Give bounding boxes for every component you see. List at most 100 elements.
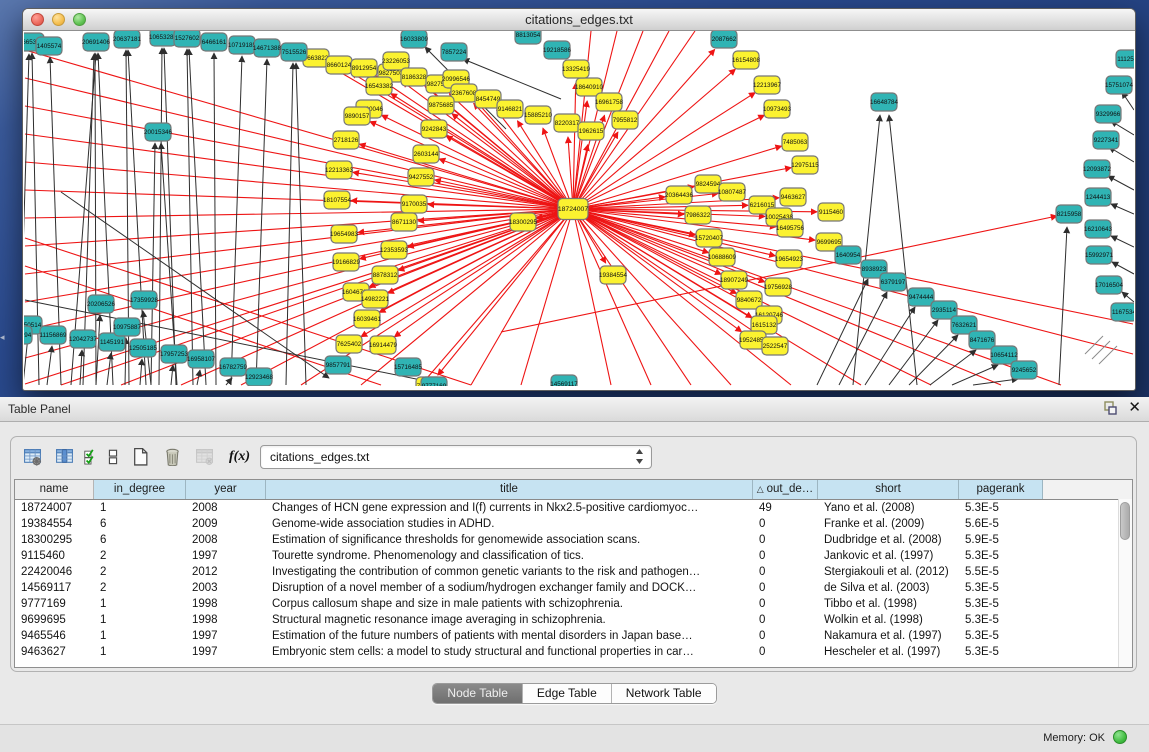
graph-node[interactable]: 15885210	[524, 106, 553, 124]
graph-node[interactable]: 12213967	[753, 76, 782, 94]
graph-node[interactable]: 7955812	[612, 111, 638, 129]
table-cell[interactable]: 0	[753, 596, 818, 612]
graph-node[interactable]: 7625402	[336, 335, 362, 353]
graph-node[interactable]: 17016504	[1095, 276, 1124, 294]
column-header-pagerank[interactable]: pagerank	[959, 480, 1043, 499]
graph-node[interactable]: 8215958	[1056, 205, 1082, 223]
graph-node[interactable]: 9427552	[408, 168, 434, 186]
tab-network-table[interactable]: Network Table	[612, 684, 716, 703]
graph-node[interactable]: 10688609	[708, 248, 737, 266]
graph-node[interactable]: 1244413	[1085, 188, 1111, 206]
graph-node[interactable]: 14671388	[253, 39, 282, 57]
table-cell[interactable]: 5.3E-5	[959, 548, 1043, 564]
graph-node[interactable]: 12975115	[791, 156, 819, 174]
table-scrollbar-thumb[interactable]	[1120, 502, 1130, 540]
graph-node[interactable]: 12042737	[69, 330, 98, 348]
graph-node[interactable]: 19384554	[599, 266, 628, 284]
graph-node[interactable]: 10975887	[113, 318, 142, 336]
table-cell[interactable]: 6	[94, 516, 186, 532]
table-cell[interactable]: 0	[753, 580, 818, 596]
table-cell[interactable]: 5.6E-5	[959, 516, 1043, 532]
graph-node[interactable]: 20015346	[144, 123, 173, 141]
graph-node[interactable]: 8671130	[391, 213, 417, 231]
graph-node[interactable]: 8186328	[401, 68, 427, 86]
table-cell[interactable]: Changes of HCN gene expression and I(f) …	[266, 500, 753, 516]
delete-icon[interactable]	[159, 444, 185, 470]
table-cell[interactable]: 5.3E-5	[959, 628, 1043, 644]
table-cell[interactable]: 5.5E-5	[959, 564, 1043, 580]
table-cell[interactable]: 1998	[186, 612, 266, 628]
table-cell[interactable]: Dudbridge et al. (2008)	[818, 532, 959, 548]
table-cell[interactable]: 5.3E-5	[959, 612, 1043, 628]
graph-node[interactable]: 19218586	[543, 41, 572, 59]
table-cell[interactable]: 2003	[186, 580, 266, 596]
table-cell[interactable]: Structural magnetic resonance image aver…	[266, 612, 753, 628]
table-cell[interactable]: 22420046	[15, 564, 94, 580]
table-cell[interactable]: Jankovic et al. (1997)	[818, 548, 959, 564]
column-header-year[interactable]: year	[186, 480, 266, 499]
panel-collapse-arrow-icon[interactable]: ◂	[0, 333, 5, 342]
table-cell[interactable]: 1997	[186, 644, 266, 660]
graph-node[interactable]: 18107554	[323, 191, 352, 209]
graph-node[interactable]: 15751074	[1105, 76, 1134, 94]
graph-node[interactable]: 16648784	[870, 93, 899, 111]
table-cell[interactable]: 19384554	[15, 516, 94, 532]
rows-icon[interactable]	[105, 444, 121, 470]
graph-node[interactable]: 9227341	[1093, 131, 1119, 149]
table-cell[interactable]: 2	[94, 548, 186, 564]
combobox-stepper-icon[interactable]	[635, 449, 644, 464]
graph-node[interactable]: 8878312	[372, 266, 398, 284]
table-cell[interactable]: 0	[753, 612, 818, 628]
graph-node[interactable]: 16782759	[219, 358, 248, 376]
graph-node[interactable]: 1962615	[578, 122, 604, 140]
column-header-title[interactable]: title	[266, 480, 753, 499]
table-cell[interactable]: 1	[94, 612, 186, 628]
graph-node[interactable]: 20637181	[113, 31, 142, 48]
table-settings-icon[interactable]	[19, 444, 45, 470]
tab-edge-table[interactable]: Edge Table	[523, 684, 612, 703]
graph-node[interactable]: 8220317	[554, 114, 580, 132]
table-cell[interactable]: Yano et al. (2008)	[818, 500, 959, 516]
graph-node[interactable]: 20364436	[665, 186, 694, 204]
column-header-out_de[interactable]: △out_de…	[753, 480, 818, 499]
graph-node[interactable]: 1640954	[835, 246, 861, 264]
graph-node[interactable]: 2367608	[451, 84, 477, 102]
function-builder-icon[interactable]: f(x)	[229, 449, 250, 465]
table-cell[interactable]: Corpus callosum shape and size in male p…	[266, 596, 753, 612]
graph-node[interactable]: 19756928	[764, 278, 793, 296]
graph-node[interactable]: 20691406	[82, 33, 111, 51]
graph-node[interactable]: 19166829	[332, 253, 361, 271]
graph-node[interactable]: 19654923	[775, 250, 804, 268]
table-cell[interactable]: 18724007	[15, 500, 94, 516]
table-cell[interactable]: Tourette syndrome. Phenomenology and cla…	[266, 548, 753, 564]
graph-node[interactable]: 18300295	[509, 213, 538, 231]
graph-node[interactable]: 16958107	[187, 350, 216, 368]
table-cell[interactable]: 1997	[186, 548, 266, 564]
graph-node[interactable]: 7986322	[685, 206, 711, 224]
table-cell[interactable]: Tibbo et al. (1998)	[818, 596, 959, 612]
graph-node[interactable]: 9875685	[428, 96, 454, 114]
table-cell[interactable]: 18300295	[15, 532, 94, 548]
table-row[interactable]: 1830029562008Estimation of significance …	[15, 532, 1132, 548]
graph-node[interactable]: 16033809	[400, 31, 429, 48]
table-column-icon[interactable]	[51, 444, 77, 470]
select-rows-icon[interactable]	[83, 444, 99, 470]
table-cell[interactable]: 5.3E-5	[959, 596, 1043, 612]
table-cell[interactable]: 0	[753, 564, 818, 580]
graph-node[interactable]: 17359928	[130, 291, 159, 309]
network-window[interactable]: citations_edges.txt 76638228660124891295…	[22, 8, 1136, 391]
graph-node[interactable]: 16914479	[369, 336, 398, 354]
graph-node[interactable]: 9474444	[908, 288, 934, 306]
table-cell[interactable]: 2008	[186, 500, 266, 516]
graph-node[interactable]: 14569117	[550, 375, 578, 386]
table-row[interactable]: 969969511998Structural magnetic resonanc…	[15, 612, 1132, 628]
table-cell[interactable]: 9777169	[15, 596, 94, 612]
table-cell[interactable]: 0	[753, 516, 818, 532]
graph-node[interactable]: 7485063	[782, 133, 808, 151]
table-cell[interactable]: 5.9E-5	[959, 532, 1043, 548]
graph-node[interactable]: 2522547	[762, 337, 788, 355]
network-canvas[interactable]: 7663822866012489129549827503232260531654…	[24, 31, 1134, 386]
graph-node[interactable]: 1405574	[36, 37, 62, 55]
table-row[interactable]: 1456911722003Disruption of a novel membe…	[15, 580, 1132, 596]
graph-node[interactable]: 9115460	[818, 203, 844, 221]
